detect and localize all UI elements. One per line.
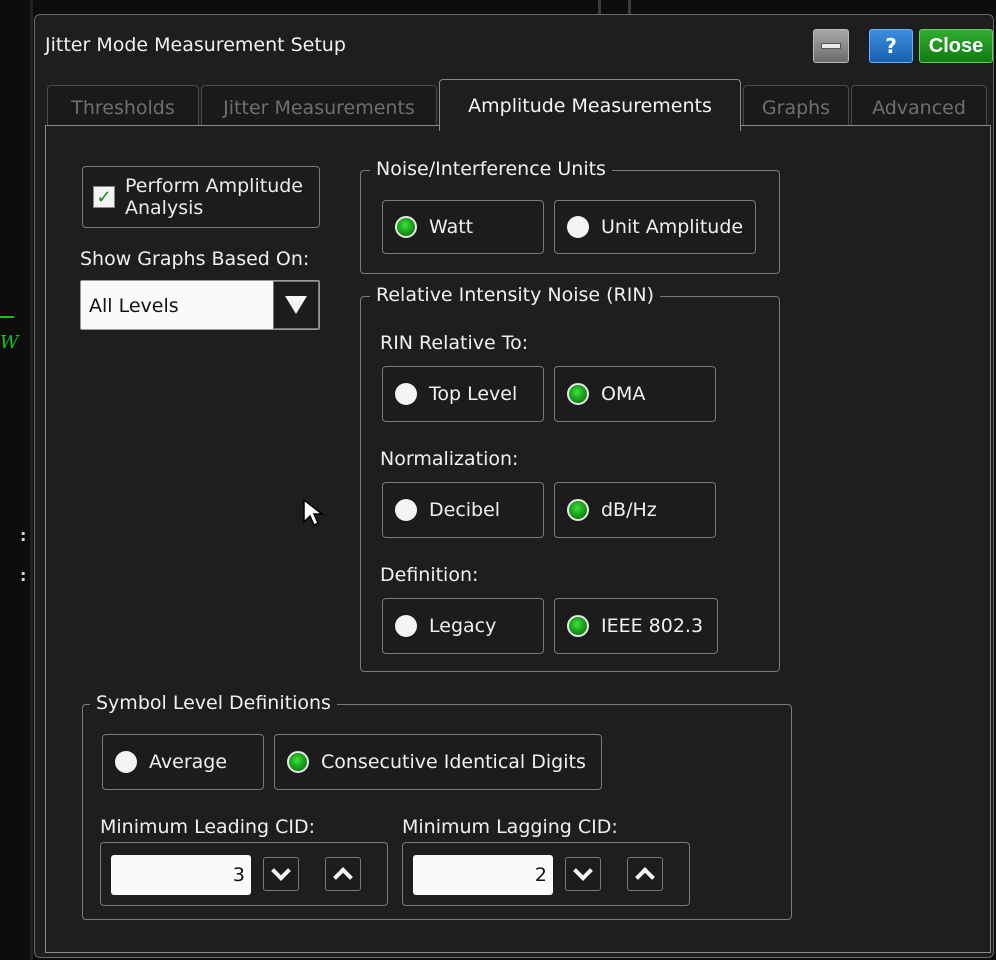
watt-label: Watt — [429, 216, 474, 238]
checkmark-icon: ✓ — [93, 186, 115, 208]
help-button[interactable]: ? — [869, 29, 913, 63]
radio-selected-icon — [287, 751, 309, 773]
background-glyph: : — [20, 566, 27, 585]
min-leading-cid-label: Minimum Leading CID: — [100, 816, 316, 838]
min-leading-cid-input[interactable]: 3 — [111, 855, 251, 895]
definition-legacy-radio[interactable]: Legacy — [382, 598, 544, 654]
rin-oma-radio[interactable]: OMA — [554, 366, 716, 422]
radio-selected-icon — [395, 216, 417, 238]
rin-legend: Relative Intensity Noise (RIN) — [370, 284, 660, 306]
symbol-levels-legend: Symbol Level Definitions — [90, 692, 337, 714]
oma-label: OMA — [601, 383, 646, 405]
chevron-down-icon — [271, 861, 291, 881]
symbol-average-radio[interactable]: Average — [102, 734, 264, 790]
min-lagging-cid-input[interactable]: 2 — [413, 855, 553, 895]
min-leading-cid-field: 3 — [100, 842, 388, 906]
average-label: Average — [149, 751, 228, 773]
chevron-up-icon — [635, 867, 655, 887]
radio-unselected-icon — [115, 751, 137, 773]
radio-selected-icon — [567, 615, 589, 637]
close-button[interactable]: Close — [919, 29, 993, 63]
min-lagging-cid-label: Minimum Lagging CID: — [402, 816, 618, 838]
min-lagging-decrement-button[interactable] — [565, 857, 601, 891]
radio-unselected-icon — [567, 216, 589, 238]
min-lagging-cid-field: 2 — [402, 842, 690, 906]
mouse-cursor-icon — [303, 498, 324, 527]
noise-unit-watt-radio[interactable]: Watt — [382, 200, 544, 254]
minimize-button[interactable] — [813, 29, 849, 63]
dropdown-arrow-icon[interactable] — [273, 281, 319, 329]
tab-advanced[interactable]: Advanced — [851, 85, 987, 129]
min-lagging-increment-button[interactable] — [627, 857, 663, 891]
tab-graphs[interactable]: Graphs — [743, 85, 849, 129]
radio-selected-icon — [567, 499, 589, 521]
background-glyph: : — [20, 526, 27, 545]
min-leading-decrement-button[interactable] — [263, 857, 299, 891]
background-glyph: W — [0, 332, 19, 353]
perform-amplitude-label-line1: Perform Amplitude — [125, 175, 303, 197]
min-leading-increment-button[interactable] — [325, 857, 361, 891]
minimize-icon — [821, 43, 841, 49]
radio-unselected-icon — [395, 383, 417, 405]
chevron-down-icon — [573, 861, 593, 881]
radio-selected-icon — [567, 383, 589, 405]
radio-unselected-icon — [395, 615, 417, 637]
perform-amplitude-label-line2: Analysis — [125, 197, 204, 219]
show-graphs-select[interactable]: All Levels — [80, 280, 320, 330]
symbol-cid-radio[interactable]: Consecutive Identical Digits — [274, 734, 602, 790]
dialog-titlebar[interactable]: Jitter Mode Measurement Setup ? Close — [35, 15, 993, 77]
tab-amplitude-measurements[interactable]: Amplitude Measurements — [439, 79, 741, 131]
cid-label: Consecutive Identical Digits — [321, 751, 586, 773]
radio-unselected-icon — [395, 499, 417, 521]
background-divider — [598, 0, 601, 14]
unit-amplitude-label: Unit Amplitude — [601, 216, 744, 238]
rin-top-level-radio[interactable]: Top Level — [382, 366, 544, 422]
definition-ieee-radio[interactable]: IEEE 802.3 — [554, 598, 718, 654]
noise-units-legend: Noise/Interference Units — [370, 158, 612, 180]
tab-content-panel: ✓ Perform Amplitude Analysis Show Graphs… — [45, 125, 991, 953]
show-graphs-value: All Levels — [89, 295, 179, 317]
top-level-label: Top Level — [429, 383, 518, 405]
legacy-label: Legacy — [429, 615, 497, 637]
background-divider — [628, 0, 631, 14]
dialog-title: Jitter Mode Measurement Setup — [45, 34, 346, 56]
normalization-decibel-radio[interactable]: Decibel — [382, 482, 544, 538]
decibel-label: Decibel — [429, 499, 501, 521]
normalization-dbhz-radio[interactable]: dB/Hz — [554, 482, 716, 538]
background-marker — [0, 316, 14, 318]
chevron-up-icon — [333, 867, 353, 887]
perform-amplitude-analysis-checkbox[interactable]: ✓ Perform Amplitude Analysis — [82, 166, 320, 228]
show-graphs-label: Show Graphs Based On: — [80, 248, 310, 270]
ieee-label: IEEE 802.3 — [601, 615, 704, 637]
tab-jitter-measurements[interactable]: Jitter Measurements — [201, 85, 437, 129]
tab-thresholds[interactable]: Thresholds — [47, 85, 199, 129]
rin-relative-to-label: RIN Relative To: — [380, 332, 529, 354]
background-divider — [30, 0, 33, 960]
dbhz-label: dB/Hz — [601, 499, 657, 521]
noise-unit-amplitude-radio[interactable]: Unit Amplitude — [554, 200, 756, 254]
measurement-setup-dialog: Jitter Mode Measurement Setup ? Close Th… — [34, 14, 994, 958]
normalization-label: Normalization: — [380, 448, 519, 470]
definition-label: Definition: — [380, 564, 479, 586]
